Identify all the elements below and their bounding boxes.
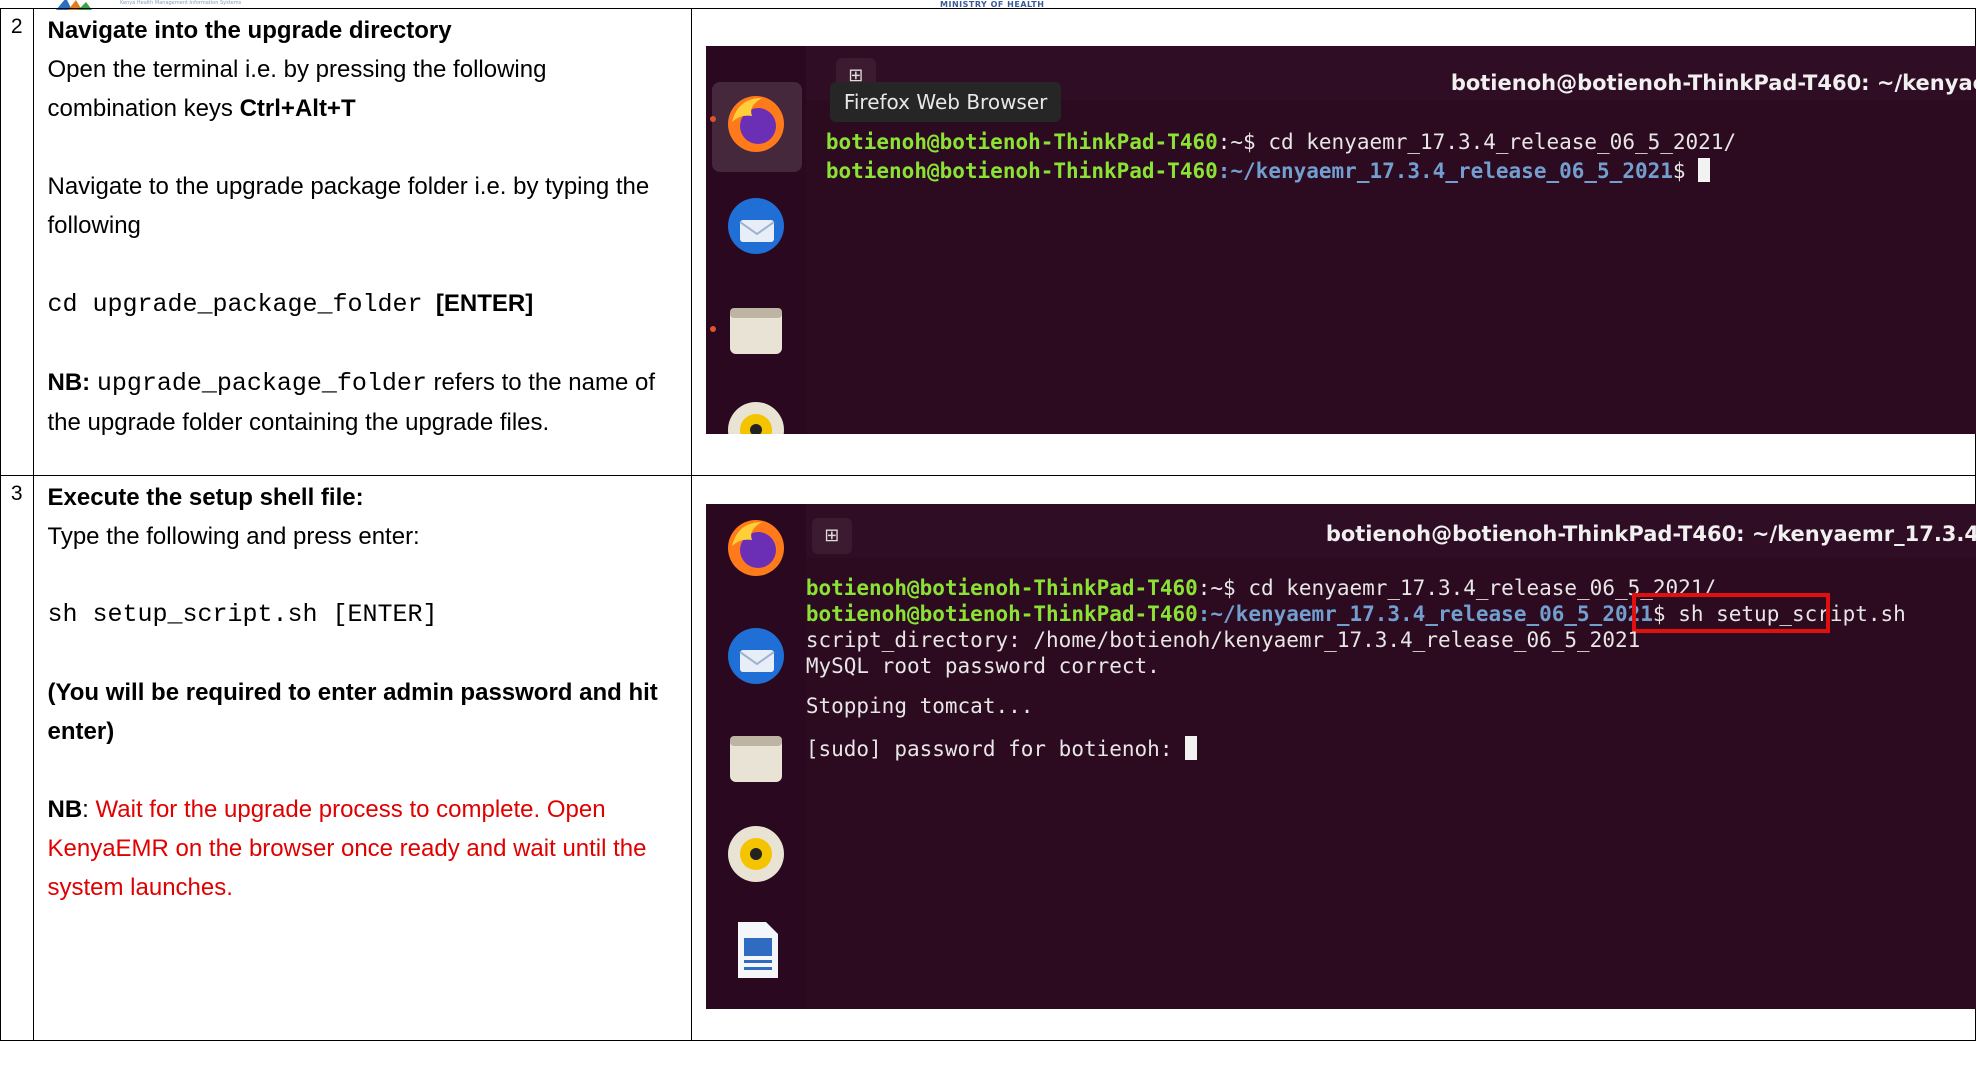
terminal-title: botienoh@botienoh-ThinkPad-T460: ~/kenya…: [1450, 71, 1976, 95]
thunderbird-icon[interactable]: [724, 624, 788, 688]
files-icon[interactable]: [724, 298, 788, 362]
firefox-icon[interactable]: [724, 516, 788, 580]
step-number: 2: [0, 8, 34, 476]
type-instruction: Type the following and press enter:: [47, 523, 420, 550]
terminal-line: botienoh@botienoh-ThinkPad-T460:~/kenyae…: [826, 158, 1711, 183]
instructions-table: 2 Navigate into the upgrade directory Op…: [0, 8, 1976, 1041]
navigate-text: Navigate to the upgrade package folder i…: [47, 173, 650, 239]
terminal-line: botienoh@botienoh-ThinkPad-T460:~$ cd ke…: [805, 576, 1717, 600]
rhythmbox-icon[interactable]: [724, 822, 788, 886]
step-number: 3: [0, 475, 34, 1041]
terminal-title: botienoh@botienoh-ThinkPad-T460: ~/kenya…: [1325, 522, 1976, 546]
shortcut-keys: Ctrl+Alt+T: [239, 95, 356, 122]
files-icon[interactable]: [724, 726, 788, 790]
terminal-cursor: [1698, 158, 1711, 182]
step-description: Navigate into the upgrade directory Open…: [32, 8, 692, 476]
terminal-tab-icon[interactable]: ⊞: [811, 518, 852, 554]
thunderbird-icon[interactable]: [724, 194, 788, 258]
terminal-line: Stopping tomcat...: [805, 694, 1034, 718]
screenshot-cell: ⊞ botienoh@botienoh-ThinkPad-T460: ~/ken…: [690, 475, 1976, 1041]
firefox-tooltip: Firefox Web Browser: [829, 82, 1062, 122]
terminal-line: script_directory: /home/botienoh/kenyaem…: [805, 628, 1641, 652]
password-note: (You will be required to enter admin pas…: [47, 679, 658, 745]
highlight-box: [1631, 593, 1830, 633]
setup-command: sh setup_script.sh [ENTER]: [47, 600, 438, 629]
open-terminal-text: Open the terminal i.e. by pressing the f…: [47, 56, 547, 122]
step-title: Navigate into the upgrade directory: [47, 17, 452, 44]
command-code: cd upgrade_package_folder: [47, 290, 423, 319]
header-small-text: Kenya Health Management Information Syst…: [120, 0, 242, 6]
terminal-window-2: ⊞ botienoh@botienoh-ThinkPad-T460: ~/ken…: [705, 504, 1976, 1009]
terminal-line: [sudo] password for botienoh:: [806, 736, 1198, 761]
step-row-3: 3 Execute the setup shell file: Type the…: [0, 475, 1976, 1041]
screenshot-cell: ⊞ Firefox Web Browser botienoh@botienoh-…: [690, 8, 1976, 476]
command-line: cd upgrade_package_folder [ENTER]: [48, 284, 677, 324]
terminal-line: MySQL root password correct.: [805, 654, 1160, 678]
step-title: Execute the setup shell file:: [47, 484, 364, 511]
terminal-window-1: ⊞ Firefox Web Browser botienoh@botienoh-…: [705, 46, 1976, 434]
terminal-cursor: [1185, 736, 1198, 760]
nb-note: NB: upgrade_package_folder refers to the…: [47, 369, 656, 436]
enter-key-label: [ENTER]: [435, 290, 534, 317]
step-description: Execute the setup shell file: Type the f…: [32, 475, 692, 1041]
nb-note: NB: Wait for the upgrade process to comp…: [47, 796, 647, 901]
rhythmbox-icon[interactable]: [724, 398, 788, 434]
terminal-line: botienoh@botienoh-ThinkPad-T460:~$ cd ke…: [825, 130, 1737, 154]
firefox-icon[interactable]: [724, 92, 788, 156]
step-row-2: 2 Navigate into the upgrade directory Op…: [0, 8, 1976, 476]
writer-icon[interactable]: [724, 918, 788, 982]
